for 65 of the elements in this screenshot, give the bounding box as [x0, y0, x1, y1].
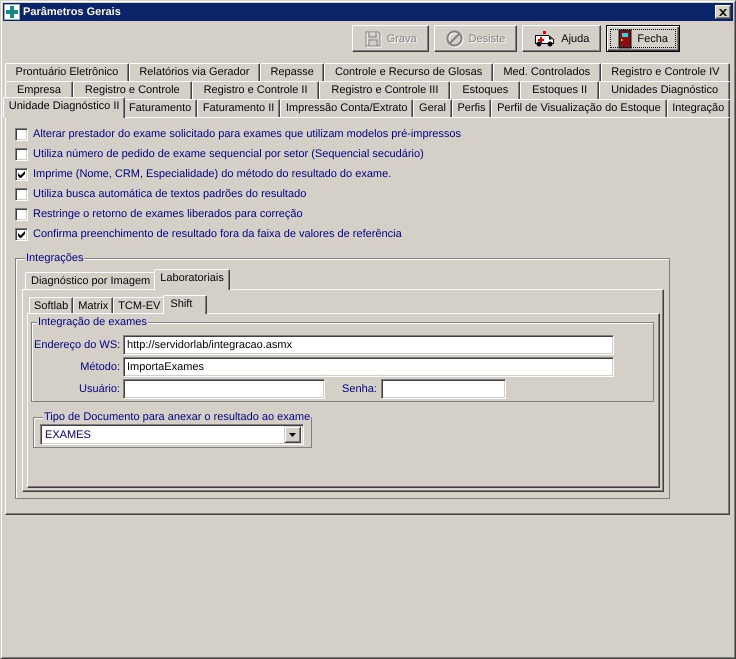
field-label: Endereço do WS: — [34, 339, 120, 351]
field-label: Método: — [79, 361, 120, 373]
checkbox[interactable] — [15, 148, 28, 160]
checkbox[interactable] — [15, 188, 28, 200]
prohibition-icon — [446, 30, 464, 48]
cross-icon — [4, 4, 20, 20]
tab[interactable]: Registro e Controle IV — [600, 63, 730, 81]
tab[interactable]: Prontuário Eletrônico — [5, 63, 129, 81]
option-label: Alterar prestador do exame solicitado para exames que utilizam modelos pré-impressos — [33, 128, 461, 140]
option-label: Utiliza número de pedido de exame sequencial por setor (Sequencial secudário) — [33, 148, 424, 160]
tab[interactable]: Unidade Diagnóstico II — [3, 97, 126, 118]
tab[interactable]: Faturamento — [123, 99, 198, 117]
tab[interactable]: Registro e Controle II — [192, 81, 320, 99]
dropdown-value: EXAMES — [44, 428, 92, 440]
tab[interactable]: Geral — [413, 99, 452, 117]
tab[interactable]: TCM-EV — [113, 297, 166, 313]
tab[interactable]: Integração — [666, 99, 730, 117]
door-icon — [618, 28, 632, 48]
checkbox[interactable] — [15, 228, 28, 240]
option-label: Confirma preenchimento de resultado fora da faixa de valores de referência — [33, 228, 402, 240]
dropdown-button[interactable] — [284, 426, 301, 443]
tab[interactable]: Diagnóstico por Imagem — [25, 272, 156, 289]
text-field[interactable]: http://servidorlab/integracao.asmx — [123, 335, 614, 355]
tab[interactable]: Shift — [163, 295, 208, 314]
text-field[interactable]: ImportaExames — [123, 357, 614, 377]
window-title: Parâmetros Gerais — [23, 6, 122, 18]
tab[interactable]: Impressão Conta/Extrato — [280, 99, 414, 117]
tab[interactable]: Faturamento II — [197, 99, 280, 117]
text-field[interactable] — [123, 379, 325, 399]
caret-icon — [289, 432, 296, 436]
tab[interactable]: Perfis — [452, 99, 492, 117]
close-button[interactable] — [715, 5, 731, 19]
dropdown[interactable]: EXAMES — [40, 424, 304, 445]
exit-button[interactable]: Fecha — [606, 25, 680, 52]
tab[interactable]: Relatórios via Gerador — [128, 63, 260, 81]
tab[interactable]: Perfil de Visualização do Estoque — [491, 99, 666, 117]
option-label: Imprime (Nome, CRM, Especialidade) do método do resultado do exame. — [33, 168, 392, 180]
option-label: Utiliza busca automática de textos padrões do resultado — [33, 188, 306, 200]
tab[interactable]: Repasse — [260, 63, 324, 81]
tab[interactable]: Controle e Recurso de Glosas — [324, 63, 493, 81]
tab[interactable]: Estoques II — [520, 81, 600, 99]
tab[interactable]: Softlab — [29, 297, 74, 313]
help-button[interactable]: Ajuda — [522, 25, 602, 52]
option-label: Restringe o retorno de exames liberados para correção — [33, 208, 303, 220]
tab[interactable]: Med. Controlados — [492, 63, 601, 81]
tab[interactable]: Registro e Controle — [72, 81, 192, 99]
tab[interactable]: Estoques — [450, 81, 520, 99]
group-title: Integração de exames — [37, 316, 148, 329]
tab[interactable]: Unidades Diagnóstico — [599, 81, 730, 99]
close-icon — [719, 8, 727, 16]
checkbox[interactable] — [15, 168, 28, 180]
group-title: Integrações — [25, 252, 84, 265]
disk-icon — [364, 30, 382, 48]
checkbox[interactable] — [15, 208, 28, 220]
tab[interactable]: Registro e Controle III — [319, 81, 450, 99]
tab[interactable]: Laboratoriais — [154, 269, 230, 290]
field-label: Senha: — [342, 383, 377, 395]
checkmark-icon — [18, 230, 25, 238]
checkbox[interactable] — [15, 128, 28, 140]
text-field[interactable] — [380, 379, 506, 399]
tab[interactable]: Matrix — [73, 297, 114, 313]
group-title: Tipo de Documento para anexar o resultado ao exame — [43, 411, 312, 424]
ambulance-icon — [534, 30, 556, 46]
checkmark-icon — [18, 170, 25, 178]
field-label: Usuário: — [78, 383, 120, 395]
